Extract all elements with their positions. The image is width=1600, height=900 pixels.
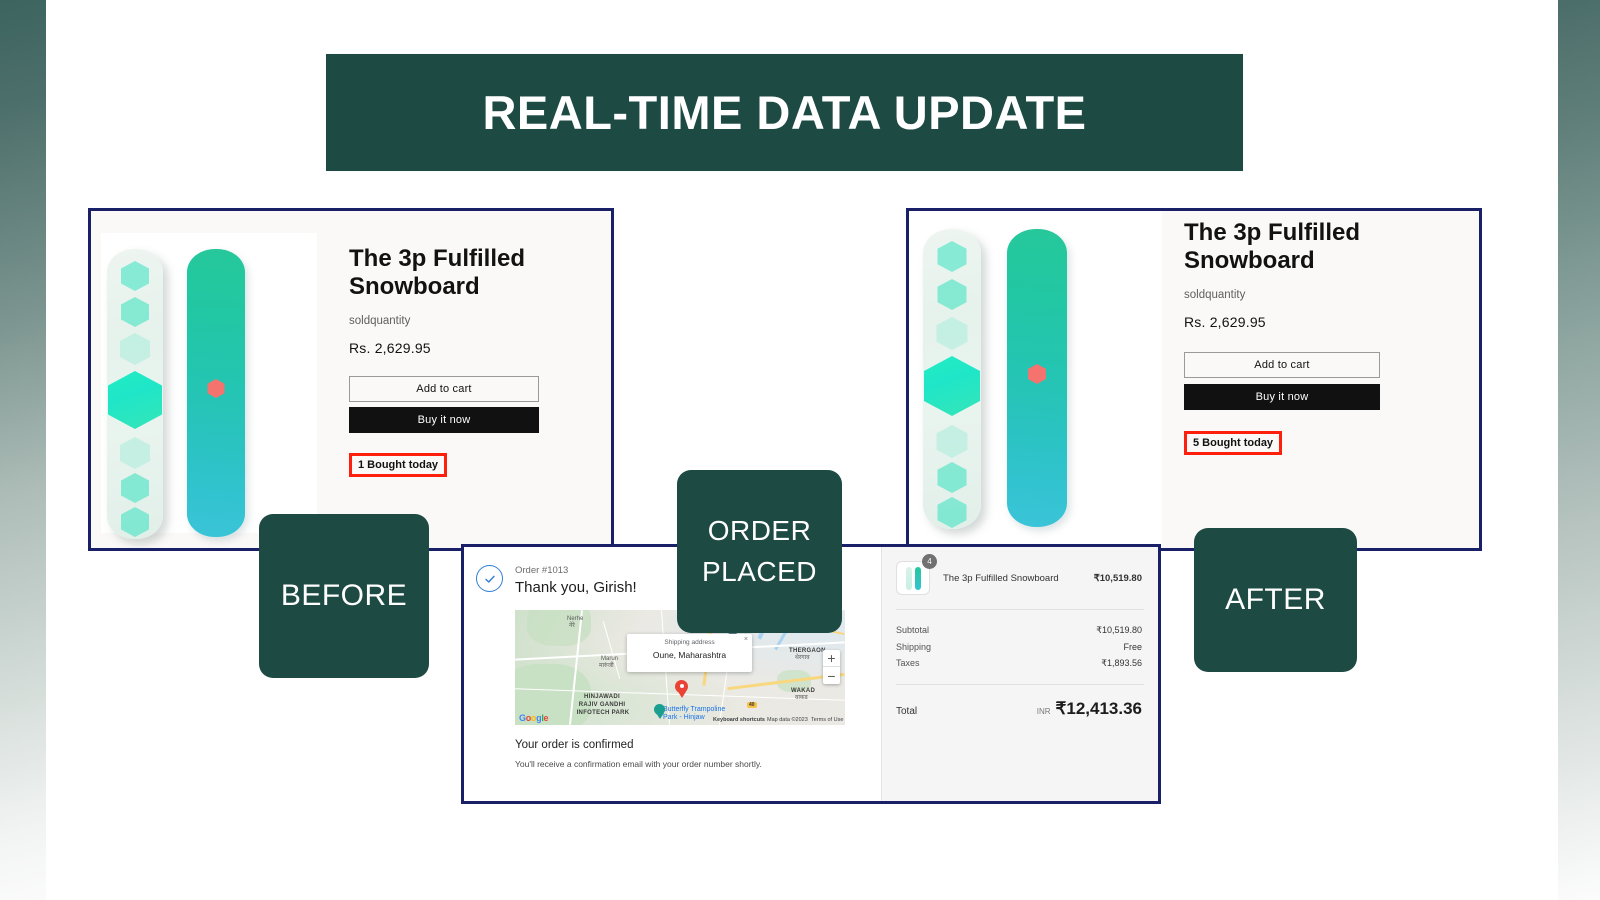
total-label: Total (896, 706, 918, 717)
sold-quantity-label: soldquantity (1184, 288, 1246, 301)
snowboard-teal-image (187, 249, 245, 537)
popup-address: Oune, Maharashtra (652, 650, 727, 660)
callout-before-label: BEFORE (280, 579, 408, 613)
summary-label: Shipping (896, 642, 932, 652)
keyboard-shortcuts-link[interactable]: Keyboard shortcuts (713, 717, 765, 723)
map-label: WAKAD (791, 688, 816, 694)
order-thankyou-message: Thank you, Girish! (515, 579, 637, 596)
add-to-cart-button[interactable]: Add to cart (349, 375, 539, 402)
check-circle-icon (476, 565, 503, 592)
map-label: Nerhe (567, 616, 584, 622)
summary-label: Subtotal (896, 625, 930, 635)
summary-item-name: The 3p Fulfilled Snowboard (943, 572, 1059, 584)
map-highway-badge: 40 (747, 702, 757, 708)
map-label: नेरे (569, 623, 575, 629)
map-label: RAJIV GANDHI (578, 702, 626, 708)
popup-title: Shipping address (664, 639, 715, 646)
callout-after-label: AFTER (1225, 583, 1326, 617)
map-label: मारुंजी (599, 663, 614, 669)
google-logo: Google (519, 713, 549, 723)
summary-value: Free (1123, 642, 1142, 652)
product-detail-page-after: The 3p Fulfilled Snowboard soldquantity … (909, 211, 1479, 548)
summary-row-taxes: Taxes ₹1,893.56 (896, 655, 1142, 672)
order-summary-line-item: 4 The 3p Fulfilled Snowboard ₹10,519.80 (882, 547, 1158, 609)
map-label: वाकड (795, 695, 808, 701)
snowboard-light-image (923, 229, 981, 529)
left-gradient-strip (0, 0, 46, 900)
slide-canvas: REAL-TIME DATA UPDATE The 3p Fulfilled S… (0, 0, 1600, 900)
sold-quantity-label: soldquantity (349, 314, 411, 327)
summary-row-subtotal: Subtotal ₹10,519.80 (896, 622, 1142, 639)
order-number: Order #1013 (515, 565, 569, 576)
callout-order-line2: PLACED (701, 555, 818, 587)
close-icon[interactable]: × (744, 636, 748, 643)
product-price: Rs. 2,629.95 (349, 339, 431, 356)
board-pair-after (923, 229, 1067, 529)
map-label: THERGAON (789, 648, 826, 654)
product-gallery-after (909, 211, 1162, 548)
snowboard-light-image (107, 249, 163, 539)
product-price: Rs. 2,629.95 (1184, 313, 1266, 330)
add-to-cart-button[interactable]: Add to cart (1184, 351, 1380, 378)
bought-today-badge-before: 1 Bought today (349, 452, 448, 477)
order-summary-total-row: Total INR ₹12,413.36 (882, 685, 1158, 719)
summary-row-shipping: Shipping Free (896, 639, 1142, 655)
right-gradient-strip (1558, 0, 1600, 900)
map-poi-pin (654, 704, 665, 719)
product-title: The 3p Fulfilled Snowboard (349, 245, 526, 300)
order-confirmed-subtext: You'll receive a confirmation email with… (515, 759, 762, 769)
map-data-attribution: Map data ©2023 (767, 717, 808, 723)
summary-value: ₹10,519.80 (1096, 625, 1142, 635)
title-banner: REAL-TIME DATA UPDATE (326, 54, 1243, 171)
board-pair-before (107, 249, 245, 539)
callout-before: BEFORE (259, 514, 429, 678)
total-currency: INR (1036, 707, 1051, 716)
map-poi-label: Park - Hinjaw (663, 714, 705, 721)
total-amount: ₹12,413.36 (1055, 699, 1142, 718)
callout-after: AFTER (1194, 528, 1357, 672)
map-zoom-in-button[interactable]: + (823, 650, 840, 667)
map-label: Marun (601, 656, 619, 662)
map-label: थेरगाव (795, 655, 810, 661)
order-summary-totals: Subtotal ₹10,519.80 Shipping Free Taxes … (882, 610, 1158, 684)
product-info-after: The 3p Fulfilled Snowboard soldquantity … (1162, 211, 1462, 548)
bought-today-badge-after: 5 Bought today (1184, 430, 1283, 455)
map-location-pin-icon (675, 680, 688, 698)
product-thumbnail: 4 (896, 554, 937, 595)
map-zoom-out-button[interactable]: − (823, 667, 840, 684)
summary-label: Taxes (896, 658, 920, 668)
map-zoom-controls[interactable]: + − (823, 650, 840, 684)
callout-order-placed: ORDER PLACED (677, 470, 842, 633)
buy-it-now-button[interactable]: Buy it now (349, 406, 539, 433)
page-title: REAL-TIME DATA UPDATE (482, 86, 1087, 139)
after-product-panel: The 3p Fulfilled Snowboard soldquantity … (906, 208, 1482, 551)
map-label: INFOTECH PARK (576, 710, 630, 716)
product-gallery-before (101, 233, 317, 539)
snowboard-teal-image (1007, 229, 1067, 527)
order-confirmed-heading: Your order is confirmed (515, 739, 634, 751)
callout-order-line1: ORDER (707, 514, 812, 546)
map-label: HINJAWADI (583, 694, 621, 700)
product-title: The 3p Fulfilled Snowboard (1184, 219, 1361, 274)
summary-value: ₹1,893.56 (1101, 658, 1142, 668)
shipping-address-popup: × Shipping address Oune, Maharashtra (627, 634, 752, 672)
summary-item-price: ₹10,519.80 (1093, 572, 1142, 584)
product-info-before: The 3p Fulfilled Snowboard soldquantity … (317, 211, 577, 548)
before-product-panel: The 3p Fulfilled Snowboard soldquantity … (88, 208, 614, 551)
buy-it-now-button[interactable]: Buy it now (1184, 383, 1380, 410)
map-poi-label: Butterfly Trampoline (663, 706, 726, 713)
terms-of-use-link[interactable]: Terms of Use (811, 717, 843, 723)
order-summary: 4 The 3p Fulfilled Snowboard ₹10,519.80 … (881, 547, 1158, 801)
product-detail-page-before: The 3p Fulfilled Snowboard soldquantity … (91, 211, 611, 548)
quantity-badge: 4 (922, 554, 937, 569)
